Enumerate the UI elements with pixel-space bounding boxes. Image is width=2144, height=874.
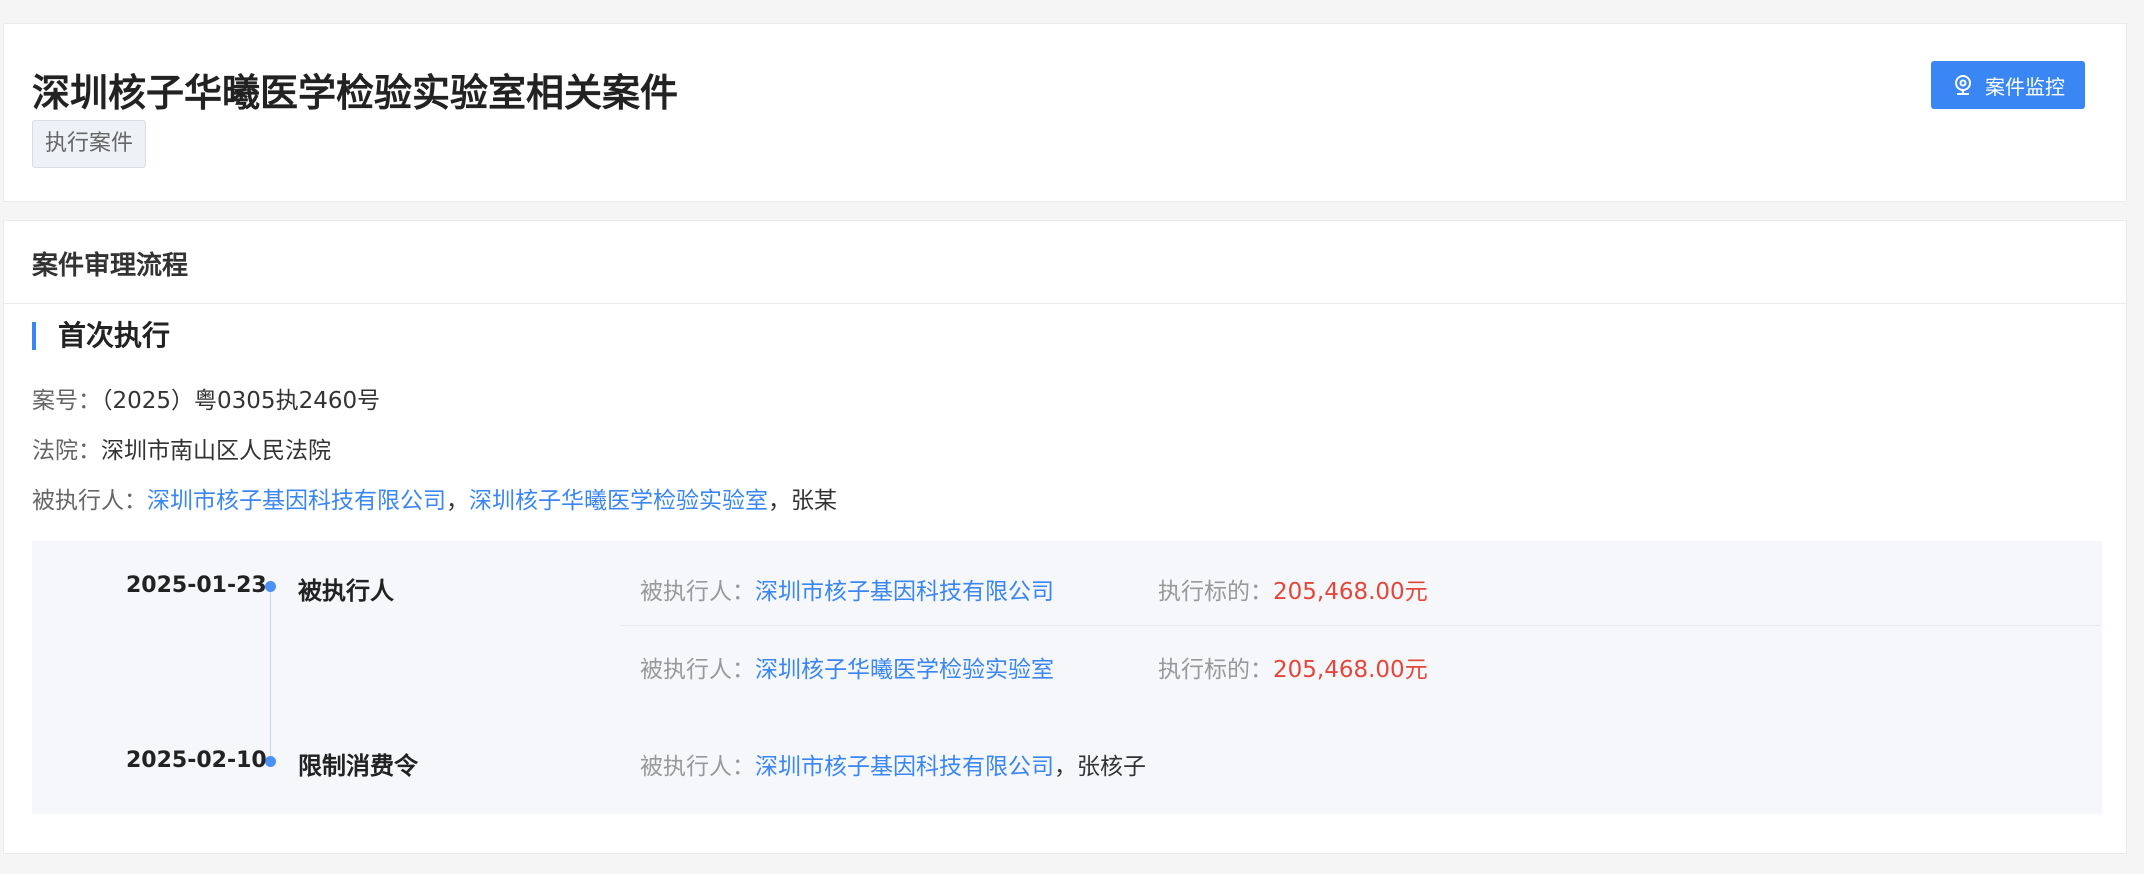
section-divider <box>4 303 2126 304</box>
row-divider <box>620 625 2100 626</box>
party-link[interactable]: 深圳市核子基因科技有限公司 <box>755 579 1054 605</box>
party-label: 被执行人： <box>640 579 755 605</box>
party-label: 被执行人： <box>640 657 755 683</box>
executed-party-label: 被执行人： <box>32 488 147 514</box>
amount-label: 执行标的： <box>1158 579 1273 605</box>
case-number-row: 案号：（2025）粤0305执2460号 <box>32 381 380 415</box>
party-link[interactable]: 深圳市核子基因科技有限公司 <box>755 754 1054 780</box>
executed-party-link[interactable]: 深圳市核子基因科技有限公司 <box>147 488 446 514</box>
timeline-event: 被执行人 <box>298 577 394 605</box>
timeline-amount-field: 执行标的：205,468.00元 <box>1158 572 1428 606</box>
stage-title: 首次执行 <box>32 322 170 350</box>
separator: ， <box>446 488 469 514</box>
court-value: 深圳市南山区人民法院 <box>101 438 331 464</box>
timeline-line <box>270 587 271 765</box>
separator: ， <box>1054 754 1077 780</box>
court-label: 法院： <box>32 438 101 464</box>
case-monitor-button[interactable]: 案件监控 <box>1931 61 2085 109</box>
amount-value: 205,468.00元 <box>1273 657 1428 683</box>
party-name: 张核子 <box>1077 754 1146 780</box>
executed-party-name: 张某 <box>791 488 837 514</box>
executed-party-row: 被执行人：深圳市核子基因科技有限公司，深圳核子华曦医学检验实验室，张某 <box>32 481 837 515</box>
amount-label: 执行标的： <box>1158 657 1273 683</box>
case-flow-card: 案件审理流程 首次执行 案号：（2025）粤0305执2460号 法院：深圳市南… <box>3 220 2127 854</box>
party-link[interactable]: 深圳核子华曦医学检验实验室 <box>755 657 1054 683</box>
court-row: 法院：深圳市南山区人民法院 <box>32 431 331 465</box>
timeline-party-field: 被执行人：深圳核子华曦医学检验实验室 <box>640 650 1054 684</box>
case-number-label: 案号： <box>32 388 101 414</box>
timeline-date: 2025-01-23 <box>126 573 267 598</box>
executed-party-link[interactable]: 深圳核子华曦医学检验实验室 <box>469 488 768 514</box>
timeline-party-field: 被执行人：深圳市核子基因科技有限公司 <box>640 572 1054 606</box>
case-timeline: 2025-01-23 被执行人 被执行人：深圳市核子基因科技有限公司 执行标的：… <box>32 541 2102 814</box>
timeline-party-field: 被执行人：深圳市核子基因科技有限公司，张核子 <box>640 747 1146 781</box>
page-title: 深圳核子华曦医学检验实验室相关案件 <box>32 71 679 115</box>
amount-value: 205,468.00元 <box>1273 579 1428 605</box>
monitor-camera-icon <box>1955 75 1971 95</box>
case-header-card: 深圳核子华曦医学检验实验室相关案件 执行案件 案件监控 <box>3 23 2127 202</box>
timeline-amount-field: 执行标的：205,468.00元 <box>1158 650 1428 684</box>
section-title: 案件审理流程 <box>32 251 189 281</box>
case-number-value: （2025）粤0305执2460号 <box>101 388 381 414</box>
separator: ， <box>768 488 791 514</box>
party-label: 被执行人： <box>640 754 755 780</box>
timeline-date: 2025-02-10 <box>126 748 267 773</box>
timeline-event: 限制消费令 <box>298 752 418 780</box>
monitor-button-label: 案件监控 <box>1985 74 2065 99</box>
case-type-tag: 执行案件 <box>32 120 147 168</box>
